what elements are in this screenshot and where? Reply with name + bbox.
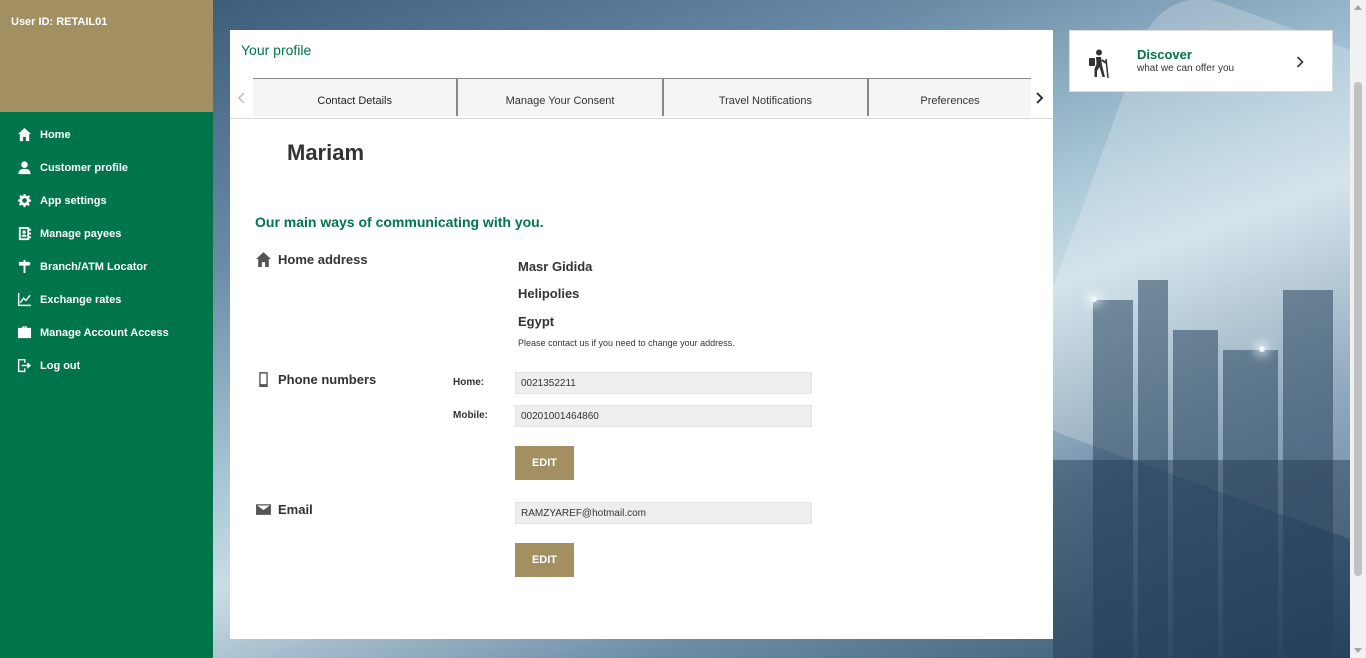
- email-field[interactable]: [515, 502, 812, 524]
- home-phone-label: Home:: [453, 377, 485, 388]
- discover-subtitle: what we can offer you: [1137, 63, 1235, 74]
- discover-title: Discover: [1137, 47, 1192, 62]
- profile-panel: Your profile Contact Details Manage Your…: [230, 30, 1053, 639]
- edit-email-button[interactable]: EDIT: [515, 543, 574, 577]
- sidebar-item-customer-profile[interactable]: Customer profile: [0, 151, 213, 184]
- tab-bar: Contact Details Manage Your Consent Trav…: [230, 78, 1053, 119]
- address-line-2: Helipolies: [518, 286, 580, 301]
- home-icon: [16, 127, 32, 143]
- edit-phone-button[interactable]: EDIT: [515, 446, 574, 480]
- sidebar-item-label: Manage payees: [40, 227, 122, 240]
- tab-manage-your-consent[interactable]: Manage Your Consent: [458, 78, 664, 116]
- sidebar-item-label: Home: [40, 128, 71, 141]
- sidebar-item-home[interactable]: Home: [0, 118, 213, 151]
- line-chart-icon: [16, 292, 32, 308]
- logout-icon: [16, 358, 32, 374]
- background-light: [1259, 346, 1265, 352]
- scroll-up-arrow-icon[interactable]: [1354, 5, 1362, 10]
- tabs: Contact Details Manage Your Consent Trav…: [253, 78, 1031, 116]
- chevron-left-icon: [237, 92, 245, 104]
- email-label: Email: [255, 501, 313, 518]
- sidebar-item-log-out[interactable]: Log out: [0, 349, 213, 382]
- page-scrollbar[interactable]: [1350, 0, 1366, 658]
- chevron-right-icon: [1036, 92, 1044, 104]
- home-icon: [256, 252, 271, 267]
- chevron-right-icon: [1296, 56, 1304, 68]
- tab-travel-notifications[interactable]: Travel Notifications: [663, 78, 870, 116]
- envelope-icon: [256, 504, 271, 515]
- sidebar-item-label: App settings: [40, 194, 107, 207]
- page-title: Your profile: [241, 42, 312, 58]
- tab-contact-details[interactable]: Contact Details: [253, 78, 459, 116]
- mobile-phone-field[interactable]: [515, 405, 812, 427]
- email-label-text: Email: [278, 502, 313, 517]
- home-address-label-text: Home address: [278, 252, 368, 267]
- signpost-icon: [16, 259, 32, 275]
- briefcase-icon: [16, 325, 32, 341]
- address-change-note: Please contact us if you need to change …: [518, 338, 735, 348]
- section-heading: Our main ways of communicating with you.: [255, 214, 544, 230]
- sidebar-item-app-settings[interactable]: App settings: [0, 184, 213, 217]
- sidebar-item-label: Branch/ATM Locator: [40, 260, 148, 273]
- scroll-down-arrow-icon[interactable]: [1354, 648, 1362, 653]
- sidebar-item-label: Exchange rates: [40, 293, 122, 306]
- tab-preferences[interactable]: Preferences: [869, 78, 1031, 116]
- sidebar-item-manage-account-access[interactable]: Manage Account Access: [0, 316, 213, 349]
- sidebar-item-label: Log out: [40, 359, 81, 372]
- contacts-icon: [16, 226, 32, 242]
- home-address-label: Home address: [255, 251, 368, 268]
- tab-scroll-left-button[interactable]: [230, 78, 252, 118]
- sidebar-item-label: Manage Account Access: [40, 326, 169, 339]
- mobile-phone-icon: [259, 372, 268, 387]
- user-id-label: User ID: RETAIL01: [11, 16, 108, 28]
- home-phone-field[interactable]: [515, 372, 812, 394]
- sidebar: User ID: RETAIL01 Home Customer profile …: [0, 0, 213, 658]
- sidebar-header: User ID: RETAIL01: [0, 0, 213, 112]
- tab-scroll-right-button[interactable]: [1029, 78, 1051, 118]
- sidebar-nav: Home Customer profile App settings Manag…: [0, 112, 213, 382]
- customer-name: Mariam: [287, 140, 365, 165]
- sidebar-item-manage-payees[interactable]: Manage payees: [0, 217, 213, 250]
- sidebar-item-exchange-rates[interactable]: Exchange rates: [0, 283, 213, 316]
- mobile-phone-label: Mobile:: [453, 410, 488, 421]
- hiker-icon: [1089, 49, 1109, 79]
- background-building: [1053, 460, 1353, 658]
- gear-icon: [16, 193, 32, 209]
- user-icon: [16, 160, 32, 176]
- scrollbar-thumb[interactable]: [1354, 82, 1362, 576]
- sidebar-item-label: Customer profile: [40, 161, 129, 174]
- sidebar-item-branch-atm-locator[interactable]: Branch/ATM Locator: [0, 250, 213, 283]
- phone-numbers-label-text: Phone numbers: [278, 372, 377, 387]
- discover-card[interactable]: Discover what we can offer you: [1069, 30, 1333, 92]
- address-line-3: Egypt: [518, 314, 555, 329]
- phone-numbers-label: Phone numbers: [255, 371, 376, 388]
- address-line-1: Masr Gidida: [518, 259, 593, 274]
- background-light: [1091, 296, 1097, 302]
